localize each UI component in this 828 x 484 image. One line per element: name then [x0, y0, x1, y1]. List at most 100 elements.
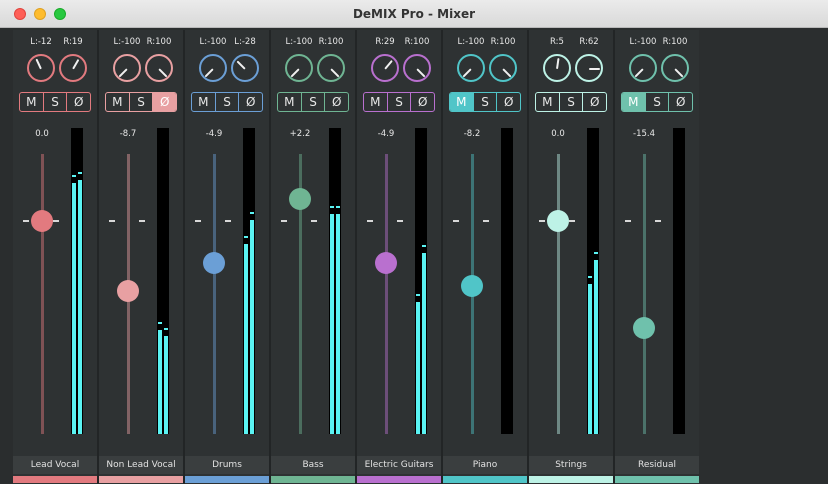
gain-readout: -4.9 — [377, 129, 395, 139]
pan-right-knob[interactable] — [317, 54, 345, 82]
pan-left-knob[interactable] — [543, 54, 571, 82]
solo-button[interactable]: S — [474, 93, 498, 111]
volume-fader-handle[interactable] — [203, 252, 225, 275]
pan-left-knob[interactable] — [285, 54, 313, 82]
pan-left-knob[interactable] — [199, 54, 227, 82]
channel-strip: L:-100 R:100 M S Ø -15.4 Residual — [615, 30, 699, 484]
knob-indicator — [330, 68, 340, 78]
mute-button[interactable]: M — [192, 93, 216, 111]
knob-indicator — [589, 68, 600, 70]
channel-color-bar — [443, 476, 527, 483]
channel-strip: R:29 R:100 M S Ø -4.9 Electric Guitars — [357, 30, 441, 484]
knob-indicator — [384, 59, 393, 70]
level-meter — [157, 128, 169, 434]
mute-button[interactable]: M — [622, 93, 646, 111]
channel-name-label: Piano — [443, 456, 527, 474]
mute-solo-phase-group: MSØ — [191, 92, 263, 112]
unity-tick-right — [139, 220, 145, 223]
pan-right-knob[interactable] — [489, 54, 517, 82]
phase-invert-button[interactable]: Ø — [325, 93, 348, 111]
gain-readout: -15.4 — [633, 129, 655, 139]
mute-button[interactable]: M — [106, 93, 130, 111]
pan-left-knob[interactable] — [629, 54, 657, 82]
channel-strip: L:-100 R:100 M S Ø +2.2 Bass — [271, 30, 355, 484]
mute-button[interactable]: M — [20, 93, 44, 111]
channel-color-bar — [529, 476, 613, 483]
pan-right-label: R:100 — [318, 37, 344, 47]
phase-invert-button[interactable]: Ø — [239, 93, 262, 111]
phase-invert-button[interactable]: Ø — [669, 93, 692, 111]
unity-tick-right — [655, 220, 661, 223]
volume-fader-handle[interactable] — [461, 274, 483, 297]
title-bar: DeMIX Pro - Mixer — [0, 0, 828, 28]
knob-indicator — [158, 68, 168, 78]
solo-button[interactable]: S — [560, 93, 584, 111]
level-meter — [587, 128, 599, 434]
knob-indicator — [118, 68, 128, 78]
pan-right-label: R:62 — [579, 37, 599, 47]
mute-button[interactable]: M — [278, 93, 302, 111]
volume-fader-handle[interactable] — [31, 210, 53, 233]
phase-invert-button[interactable]: Ø — [67, 93, 90, 111]
solo-button[interactable]: S — [216, 93, 240, 111]
meter-bar — [416, 302, 420, 434]
volume-fader-handle[interactable] — [547, 210, 569, 233]
volume-fader-handle[interactable] — [375, 252, 397, 275]
solo-button[interactable]: S — [302, 93, 326, 111]
solo-button[interactable]: S — [646, 93, 670, 111]
pan-left-knob[interactable] — [457, 54, 485, 82]
pan-left-knob[interactable] — [113, 54, 141, 82]
meter-peak-indicator — [72, 175, 76, 178]
unity-tick-left — [453, 220, 459, 223]
fader-track — [643, 154, 646, 434]
gain-readout: 0.0 — [35, 129, 49, 139]
phase-invert-button[interactable]: Ø — [583, 93, 606, 111]
meter-peak-indicator — [588, 276, 592, 279]
fader-track — [213, 154, 216, 434]
unity-tick-left — [195, 220, 201, 223]
pan-left-knob[interactable] — [371, 54, 399, 82]
channel-name-label: Non Lead Vocal — [99, 456, 183, 474]
unity-tick-left — [281, 220, 287, 223]
knob-indicator — [416, 68, 426, 78]
pan-left-knob[interactable] — [27, 54, 55, 82]
level-meter — [243, 128, 255, 434]
channel-name-label: Drums — [185, 456, 269, 474]
mute-button[interactable]: M — [364, 93, 388, 111]
pan-right-knob[interactable] — [231, 54, 259, 82]
pan-right-knob[interactable] — [661, 54, 689, 82]
phase-invert-button[interactable]: Ø — [497, 93, 520, 111]
pan-right-knob[interactable] — [403, 54, 431, 82]
gain-readout: -4.9 — [205, 129, 223, 139]
channel-name-label: Electric Guitars — [357, 456, 441, 474]
channel-color-bar — [99, 476, 183, 483]
volume-fader-handle[interactable] — [289, 187, 311, 210]
volume-fader-handle[interactable] — [117, 280, 139, 303]
phase-invert-button[interactable]: Ø — [411, 93, 434, 111]
channel-name-label: Lead Vocal — [13, 456, 97, 474]
unity-tick-left — [625, 220, 631, 223]
meter-peak-indicator — [330, 205, 334, 208]
volume-fader-handle[interactable] — [633, 316, 655, 339]
phase-invert-button[interactable]: Ø — [153, 93, 176, 111]
meter-bar — [164, 336, 168, 434]
knob-indicator — [674, 68, 684, 78]
pan-right-label: R:100 — [490, 37, 516, 47]
solo-button[interactable]: S — [130, 93, 154, 111]
mixer-workspace: L:-12 R:19 M S Ø 0.0 Lead Vocal L:-100 R:100 M S Ø -… — [0, 28, 828, 484]
gain-readout: -8.7 — [119, 129, 137, 139]
mute-button[interactable]: M — [450, 93, 474, 111]
pan-right-knob[interactable] — [59, 54, 87, 82]
solo-button[interactable]: S — [44, 93, 68, 111]
unity-tick-left — [367, 220, 373, 223]
unity-tick-left — [109, 220, 115, 223]
level-meter — [415, 128, 427, 434]
unity-tick-right — [397, 220, 403, 223]
solo-button[interactable]: S — [388, 93, 412, 111]
meter-bar — [336, 213, 340, 434]
pan-right-knob[interactable] — [145, 54, 173, 82]
pan-right-knob[interactable] — [575, 54, 603, 82]
unity-tick-right — [225, 220, 231, 223]
mute-button[interactable]: M — [536, 93, 560, 111]
channel-name-label: Strings — [529, 456, 613, 474]
